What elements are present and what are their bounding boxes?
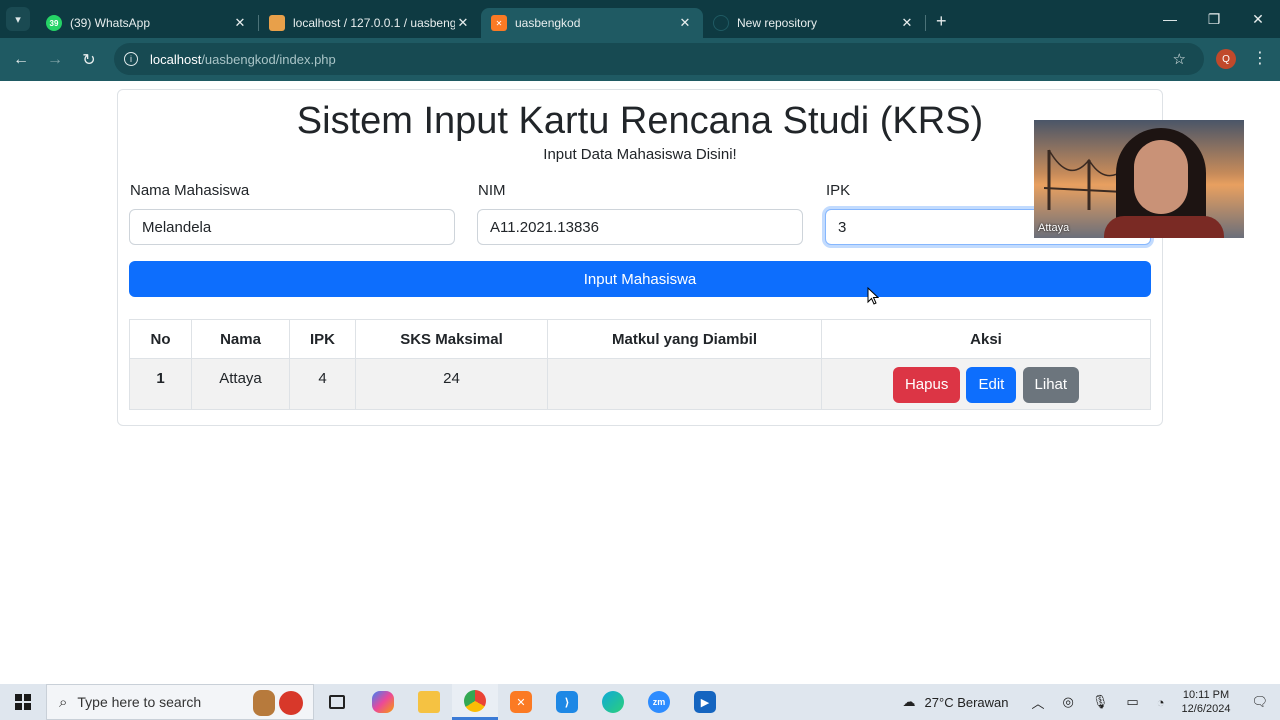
file-explorer-icon[interactable] — [406, 684, 452, 720]
task-view-icon[interactable] — [314, 684, 360, 720]
profile-avatar[interactable]: Q — [1216, 49, 1236, 69]
url-path: /uasbengkod/index.php — [201, 51, 336, 67]
nim-input[interactable] — [477, 209, 803, 245]
table-row: 1 Attaya 4 24 Hapus Edit Lihat — [129, 358, 1151, 410]
media-player-icon[interactable]: ▶ — [682, 684, 728, 720]
xampp-icon: ✕ — [491, 15, 507, 31]
hapus-button[interactable]: Hapus — [892, 367, 961, 403]
back-arrow-icon[interactable]: ← — [4, 51, 38, 69]
close-tab-icon[interactable]: ✕ — [899, 15, 915, 31]
tab-uasbengkod[interactable]: ✕ uasbengkod ✕ — [481, 8, 703, 38]
tab-divider — [925, 15, 926, 31]
cell-aksi: Hapus Edit Lihat — [821, 358, 1151, 410]
clock-date: 12/6/2024 — [1181, 703, 1231, 715]
bookmark-star-icon[interactable]: ☆ — [1173, 50, 1186, 68]
taskbar-clock[interactable]: 10:11 PM 12/6/2024 — [1182, 688, 1231, 716]
notification-icon[interactable]: 🗨 — [1251, 694, 1268, 710]
person-face — [1134, 140, 1188, 214]
nama-label: Nama Mahasiswa — [130, 182, 250, 199]
more-menu-icon[interactable]: ⋮ — [1252, 48, 1268, 68]
lihat-button[interactable]: Lihat — [1022, 367, 1080, 403]
cell-nama: Attaya — [191, 358, 290, 410]
window-controls: — ❐ ✕ — [1148, 0, 1280, 38]
tab-title: localhost / 127.0.0.1 / uasbengk — [293, 16, 455, 30]
microphone-icon[interactable]: 🎙 — [1092, 694, 1109, 710]
mouse-cursor-icon — [867, 287, 879, 305]
url-host: localhost — [150, 51, 202, 67]
taskbar-search-input[interactable]: ⌕ Type here to search — [46, 684, 314, 720]
tab-title: New repository — [737, 16, 818, 30]
close-tab-icon[interactable]: ✕ — [232, 15, 248, 31]
cell-ipk: 4 — [289, 358, 356, 410]
search-icon: ⌕ — [59, 693, 68, 711]
new-tab-button[interactable]: + — [936, 11, 947, 32]
tab-new-repository[interactable]: New repository ✕ — [703, 8, 925, 38]
windows-start-icon[interactable] — [0, 684, 46, 720]
github-icon — [713, 15, 729, 31]
th-no: No — [129, 319, 192, 359]
webcam-name-label: Attaya — [1038, 222, 1070, 234]
search-placeholder: Type here to search — [77, 694, 202, 710]
tab-title: (39) WhatsApp — [70, 16, 151, 30]
whatsapp-icon: 39 — [46, 15, 62, 31]
restore-icon[interactable]: ❐ — [1192, 11, 1236, 28]
chevron-up-icon[interactable]: ︿ — [1032, 693, 1045, 712]
person-body — [1104, 216, 1224, 238]
page-subtitle: Input Data Mahasiswa Disini! — [543, 146, 737, 163]
tab-title: uasbengkod — [515, 16, 581, 30]
cell-matkul — [547, 358, 822, 410]
windows-taskbar: ⌕ Type here to search ✕ ⟩ zm ▶ ☁ 27°C Be… — [0, 684, 1280, 720]
browser-tab-bar: ▾ 39 (39) WhatsApp ✕ localhost / 127.0.0… — [0, 0, 1280, 38]
gingerbread-icon — [253, 690, 275, 716]
reload-icon[interactable]: ↻ — [72, 50, 106, 70]
tab-phpmyadmin[interactable]: localhost / 127.0.0.1 / uasbengk ✕ — [259, 8, 481, 38]
copilot-icon[interactable] — [360, 684, 406, 720]
table-header-row: No Nama IPK SKS Maksimal Matkul yang Dia… — [129, 319, 1151, 359]
chrome-icon[interactable] — [452, 684, 498, 720]
mahasiswa-table: No Nama IPK SKS Maksimal Matkul yang Dia… — [129, 319, 1151, 410]
zoom-icon[interactable]: zm — [636, 684, 682, 720]
bridge-background-icon — [1044, 149, 1124, 210]
cell-no: 1 — [129, 358, 192, 410]
input-mahasiswa-button[interactable]: Input Mahasiswa — [129, 261, 1151, 297]
close-tab-icon[interactable]: ✕ — [455, 15, 471, 31]
clock-time: 10:11 PM — [1182, 689, 1230, 701]
nim-label: NIM — [478, 182, 506, 199]
vscode-icon[interactable]: ⟩ — [544, 684, 590, 720]
browser-toolbar: ← → ↻ i localhost/uasbengkod/index.php ☆… — [0, 38, 1280, 81]
th-nama: Nama — [191, 319, 290, 359]
weather-text[interactable]: 27°C Berawan — [925, 695, 1009, 710]
address-bar[interactable]: i localhost/uasbengkod/index.php ☆ — [114, 43, 1204, 75]
minimize-icon[interactable]: — — [1148, 11, 1192, 27]
cell-sks: 24 — [355, 358, 548, 410]
tab-whatsapp[interactable]: 39 (39) WhatsApp ✕ — [36, 8, 258, 38]
tab-search-menu-button[interactable]: ▾ — [6, 7, 30, 31]
edit-button[interactable]: Edit — [966, 367, 1017, 403]
edge-icon[interactable] — [590, 684, 636, 720]
meet-now-icon[interactable]: ◎ — [1063, 694, 1074, 710]
th-aksi: Aksi — [821, 319, 1151, 359]
close-window-icon[interactable]: ✕ — [1236, 11, 1280, 28]
webcam-overlay: Attaya — [1034, 120, 1244, 238]
nama-field-group: Nama Mahasiswa — [129, 182, 455, 245]
battery-icon[interactable]: ▭ — [1126, 694, 1138, 710]
nama-input[interactable] — [129, 209, 455, 245]
krs-card: Sistem Input Kartu Rencana Studi (KRS) I… — [117, 89, 1163, 426]
search-highlight-icon — [279, 691, 303, 715]
nim-field-group: NIM — [477, 182, 803, 245]
site-info-icon[interactable]: i — [124, 52, 138, 66]
wifi-icon[interactable]: ◔ — [1157, 695, 1165, 710]
system-tray: ☁ 27°C Berawan ︿ ◎ 🎙 ▭ ◔ 10:11 PM 12/6/2… — [894, 684, 1280, 720]
xampp-taskbar-icon[interactable]: ✕ — [498, 684, 544, 720]
th-matkul: Matkul yang Diambil — [547, 319, 822, 359]
weather-icon[interactable]: ☁ — [903, 694, 916, 710]
close-tab-icon[interactable]: ✕ — [677, 15, 693, 31]
page-title: Sistem Input Kartu Rencana Studi (KRS) — [296, 100, 984, 142]
phpmyadmin-icon — [269, 15, 285, 31]
th-sks: SKS Maksimal — [355, 319, 548, 359]
th-ipk: IPK — [289, 319, 356, 359]
forward-arrow-icon[interactable]: → — [38, 51, 72, 69]
